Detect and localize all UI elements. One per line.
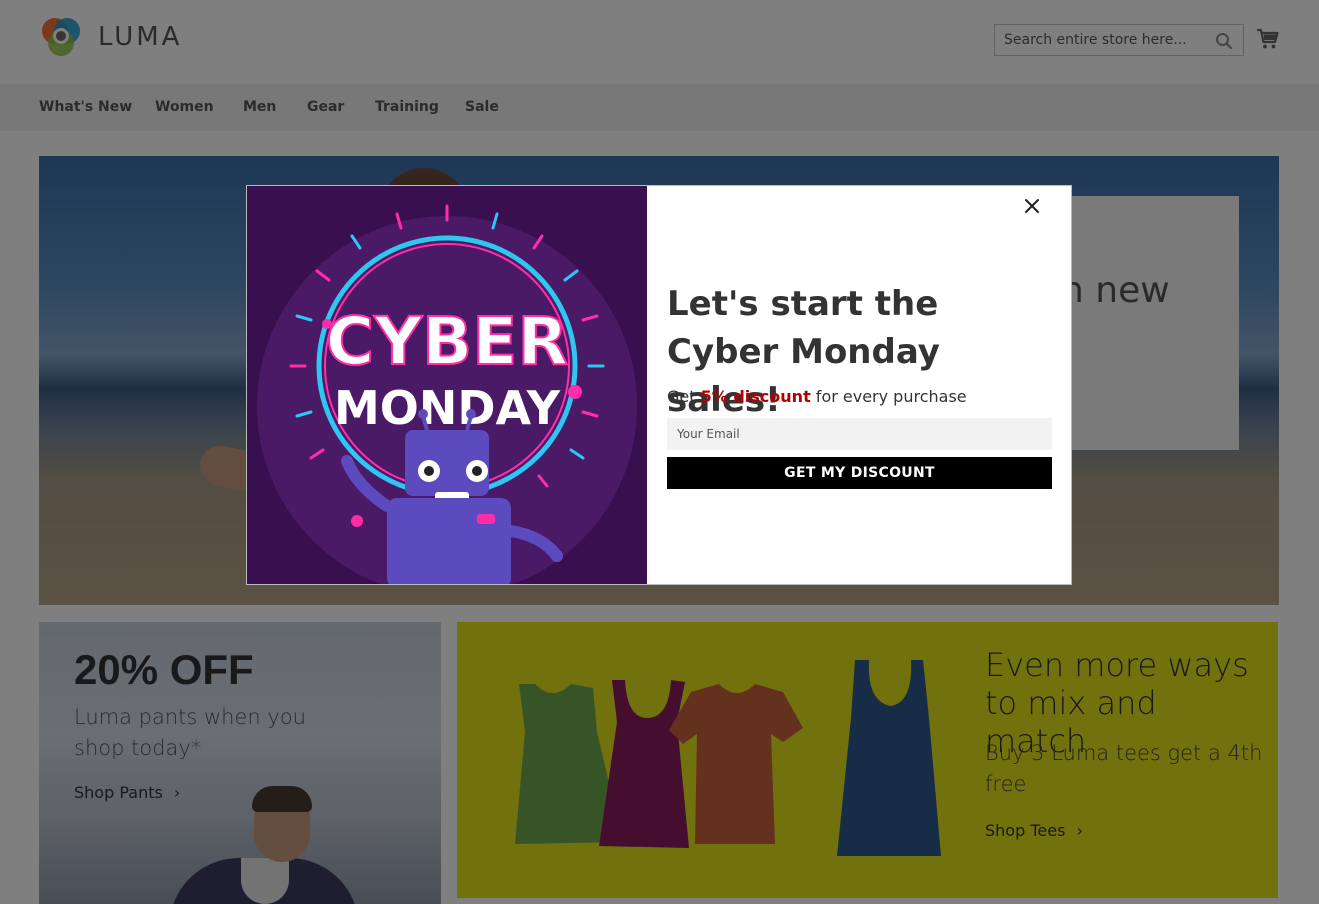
cyber-text: CYBER xyxy=(326,303,568,380)
modal-content: Let's start the Cyber Monday sales! Get … xyxy=(667,186,1053,584)
close-icon[interactable] xyxy=(1021,195,1043,217)
get-discount-button[interactable]: GET MY DISCOUNT xyxy=(667,457,1052,489)
cyber-monday-illustration: CYBER MONDAY xyxy=(247,186,647,584)
cyber-monday-image: CYBER MONDAY xyxy=(247,186,647,584)
monday-text: MONDAY xyxy=(334,381,561,435)
discount-highlight: 5% discount xyxy=(700,387,811,406)
discount-popup-modal: CYBER MONDAY Let's start the Cyber Monda… xyxy=(246,185,1072,585)
modal-description: Get 5% discount for every purchase xyxy=(667,387,967,406)
email-input[interactable] xyxy=(667,418,1052,450)
desc-suffix: for every purchase xyxy=(810,387,967,406)
desc-prefix: Get xyxy=(667,387,701,406)
